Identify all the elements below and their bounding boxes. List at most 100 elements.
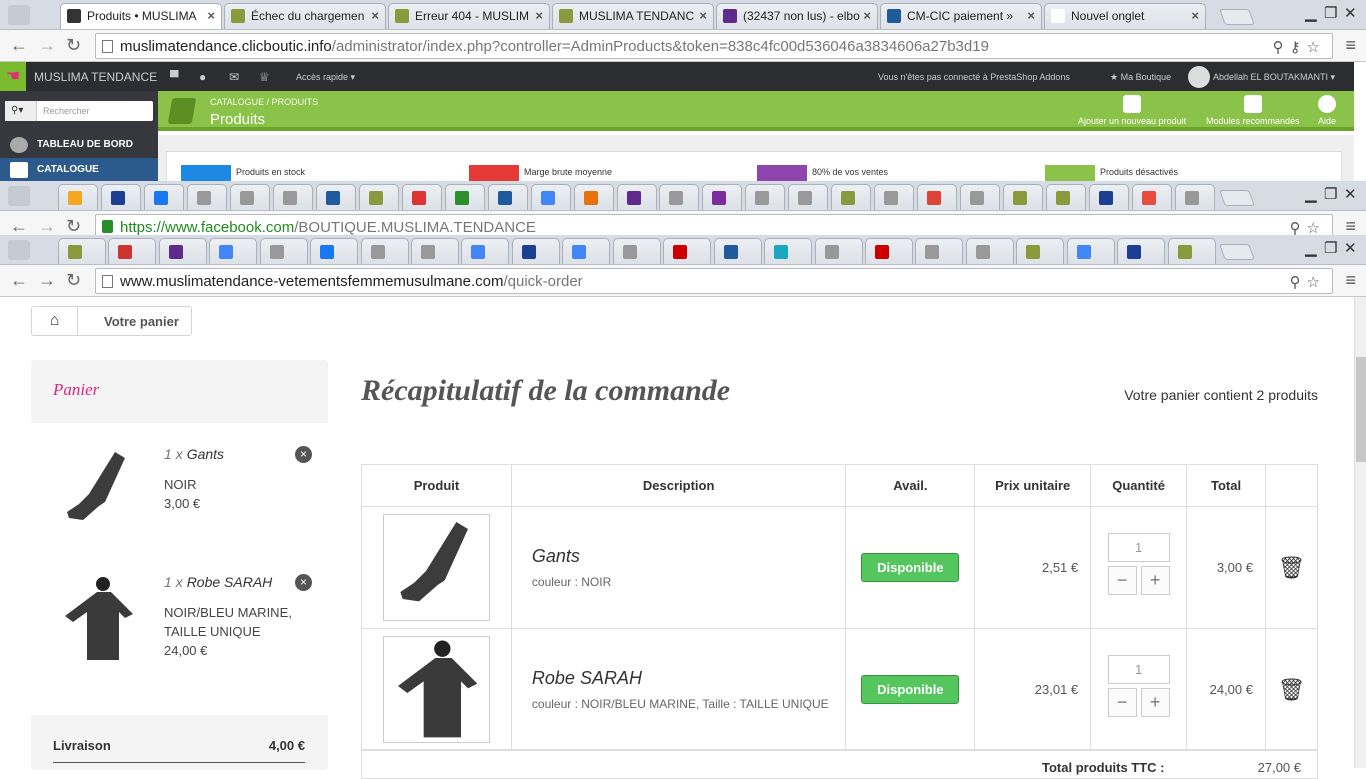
menu-icon[interactable]: ≡ bbox=[1345, 270, 1356, 291]
pinned-tab[interactable] bbox=[186, 184, 227, 210]
remove-icon[interactable]: × bbox=[295, 446, 312, 463]
pinned-tab[interactable] bbox=[1016, 238, 1065, 264]
pinned-tab[interactable] bbox=[259, 238, 308, 264]
scrollbar[interactable] bbox=[1354, 297, 1366, 768]
pinned-tab[interactable] bbox=[209, 238, 258, 264]
plus-button[interactable]: + bbox=[1140, 687, 1170, 717]
reload-icon[interactable]: ↻ bbox=[66, 270, 81, 291]
reload-icon[interactable]: ↻ bbox=[66, 216, 81, 235]
sidebar-item-catalogue[interactable]: CATALOGUE bbox=[0, 158, 158, 181]
pinned-tab[interactable] bbox=[487, 184, 528, 210]
pinned-tab[interactable] bbox=[108, 238, 157, 264]
cart-item-title[interactable]: 1 x Gants bbox=[164, 446, 224, 462]
close-window-icon[interactable]: ✕ bbox=[1344, 239, 1357, 257]
pinned-tab[interactable] bbox=[310, 238, 359, 264]
plus-button[interactable]: + bbox=[1140, 565, 1170, 595]
avatar[interactable] bbox=[1188, 66, 1210, 88]
restore-icon[interactable]: ❐ bbox=[1324, 239, 1337, 257]
pinned-tab[interactable] bbox=[411, 238, 460, 264]
url-input[interactable]: muslimatendance.clicboutic.info/administ… bbox=[95, 33, 1333, 59]
pinned-tab[interactable] bbox=[713, 238, 762, 264]
addons-link[interactable]: Vous n'êtes pas connecté à PrestaShop Ad… bbox=[878, 72, 1070, 82]
cart-title[interactable]: Panier bbox=[53, 380, 99, 400]
product-name[interactable]: Robe SARAH bbox=[532, 668, 845, 689]
pinned-tab[interactable] bbox=[1175, 184, 1216, 210]
product-name[interactable]: Gants bbox=[532, 546, 845, 567]
close-icon[interactable]: × bbox=[1027, 8, 1035, 23]
pinned-tab[interactable] bbox=[702, 184, 743, 210]
pinned-tab[interactable] bbox=[1117, 238, 1166, 264]
user-menu[interactable]: Abdellah EL BOUTAKMANTI ▾ bbox=[1213, 72, 1335, 83]
pinned-tab[interactable] bbox=[272, 184, 313, 210]
remove-icon[interactable]: × bbox=[295, 574, 312, 591]
mail-icon[interactable]: ✉ bbox=[229, 70, 239, 84]
pinned-tab[interactable] bbox=[461, 238, 510, 264]
pinned-tab[interactable] bbox=[965, 238, 1014, 264]
pinned-tab[interactable] bbox=[444, 184, 485, 210]
quick-access[interactable]: Accès rapide ▾ bbox=[296, 72, 355, 83]
pinned-tab[interactable] bbox=[831, 184, 872, 210]
pinned-tab[interactable] bbox=[764, 238, 813, 264]
quantity-input[interactable]: 1 bbox=[1107, 654, 1170, 684]
close-icon[interactable]: × bbox=[863, 8, 871, 23]
tab-produits[interactable]: Produits • MUSLIMA × bbox=[60, 3, 222, 29]
product-thumbnail[interactable] bbox=[53, 574, 143, 664]
tab-cmcic[interactable]: CM-CIC paiement » × bbox=[880, 3, 1042, 29]
pinned-tab[interactable] bbox=[788, 184, 829, 210]
pinned-tab[interactable] bbox=[612, 238, 661, 264]
close-icon[interactable]: × bbox=[535, 8, 543, 23]
pinned-tab[interactable] bbox=[58, 184, 98, 210]
prestashop-logo[interactable]: ☚ bbox=[0, 62, 26, 91]
close-window-icon[interactable]: ✕ bbox=[1344, 4, 1357, 22]
admin-breadcrumb[interactable]: CATALOGUE / PRODUITS bbox=[210, 97, 318, 107]
tab-muslima[interactable]: MUSLIMA TENDANC × bbox=[552, 3, 714, 29]
home-icon[interactable]: ⌂ bbox=[32, 307, 78, 335]
url-input[interactable]: www.muslimatendance-vetementsfemmemusulm… bbox=[95, 268, 1333, 294]
pinned-tab[interactable] bbox=[358, 184, 399, 210]
my-shop-link[interactable]: ★ Ma Boutique bbox=[1110, 72, 1171, 83]
pinned-tab[interactable] bbox=[1167, 238, 1216, 264]
restore-icon[interactable]: ❐ bbox=[1324, 185, 1337, 203]
minimize-icon[interactable]: ▁ bbox=[1305, 185, 1317, 203]
pinned-tab[interactable] bbox=[814, 238, 863, 264]
close-icon[interactable]: × bbox=[207, 8, 215, 23]
restore-icon[interactable]: ❐ bbox=[1324, 4, 1337, 22]
product-image[interactable] bbox=[382, 636, 490, 743]
pinned-tab[interactable] bbox=[530, 184, 571, 210]
pinned-tab[interactable] bbox=[229, 184, 270, 210]
pinned-tab[interactable] bbox=[1132, 184, 1173, 210]
quantity-input[interactable]: 1 bbox=[1107, 532, 1170, 562]
pinned-tab[interactable] bbox=[1046, 184, 1087, 210]
pinned-tab[interactable] bbox=[562, 238, 611, 264]
menu-icon[interactable]: ≡ bbox=[1345, 216, 1356, 235]
minimize-icon[interactable]: ▁ bbox=[1305, 239, 1317, 257]
pinned-tab[interactable] bbox=[573, 184, 614, 210]
profile-icon[interactable] bbox=[8, 186, 30, 206]
forward-icon[interactable]: → bbox=[38, 216, 56, 235]
minimize-icon[interactable]: ▁ bbox=[1305, 4, 1317, 22]
pinned-tab[interactable] bbox=[917, 184, 958, 210]
tab-nouvel[interactable]: Nouvel onglet × bbox=[1044, 3, 1206, 29]
minus-button[interactable]: − bbox=[1107, 565, 1137, 595]
pinned-tab[interactable] bbox=[1089, 184, 1130, 210]
recommended-modules-button[interactable]: Modules recommandés bbox=[1206, 95, 1300, 126]
new-tab-button[interactable] bbox=[1219, 244, 1255, 260]
pinned-tab[interactable] bbox=[960, 184, 1001, 210]
user-icon[interactable]: ● bbox=[199, 70, 206, 84]
scrollbar-thumb[interactable] bbox=[1356, 357, 1366, 462]
add-product-button[interactable]: Ajouter un nouveau produit bbox=[1078, 95, 1186, 126]
pinned-tab[interactable] bbox=[143, 184, 184, 210]
shop-name[interactable]: MUSLIMA TENDANCE bbox=[34, 70, 157, 84]
cart-icon[interactable]: ▀ bbox=[170, 70, 179, 84]
product-thumbnail[interactable] bbox=[53, 446, 143, 536]
pinned-tab[interactable] bbox=[874, 184, 915, 210]
reload-icon[interactable]: ↻ bbox=[66, 35, 81, 56]
admin-search-input[interactable]: ⚲▾ Rechercher bbox=[5, 101, 153, 121]
profile-icon[interactable] bbox=[8, 240, 30, 260]
search-icon[interactable]: ⚲▾ bbox=[5, 101, 37, 121]
close-window-icon[interactable]: ✕ bbox=[1344, 185, 1357, 203]
trophy-icon[interactable]: ♕ bbox=[259, 70, 270, 84]
back-icon[interactable]: ← bbox=[10, 270, 28, 291]
forward-icon[interactable]: → bbox=[38, 35, 56, 56]
pinned-tab[interactable] bbox=[511, 238, 560, 264]
